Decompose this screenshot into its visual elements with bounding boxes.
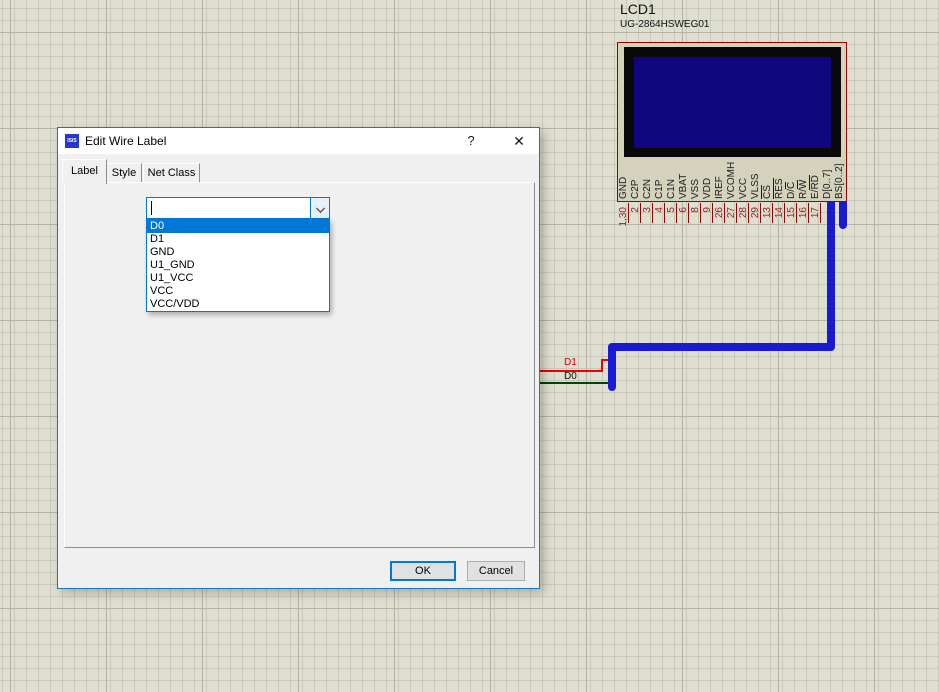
pin-stub[interactable] — [748, 203, 749, 223]
string-combobox[interactable] — [146, 197, 330, 219]
pin-stub[interactable] — [724, 203, 725, 223]
pin-stub[interactable] — [628, 203, 629, 223]
tab-net-class[interactable]: Net Class — [143, 163, 200, 183]
pin-stub[interactable] — [676, 203, 677, 223]
component-part-number[interactable]: UG-2864HSWEG01 — [620, 19, 709, 30]
dropdown-item[interactable]: VCC — [147, 285, 329, 298]
lcd-component[interactable]: GND1,30C2P2C2N3C1P4C1N5VBAT6VSS8VDD9IREF… — [617, 42, 847, 202]
pin-label: VLSS — [751, 173, 761, 199]
pin-stub[interactable] — [772, 203, 773, 223]
wire-label-d1[interactable]: D1 — [564, 357, 577, 368]
lcd-screen — [634, 57, 831, 148]
component-ref[interactable]: LCD1 — [620, 1, 656, 17]
pin-stub[interactable] — [796, 203, 797, 223]
pin-label: VCOMH — [727, 162, 737, 199]
pin-stub[interactable] — [652, 203, 653, 223]
pin-stub[interactable] — [736, 203, 737, 223]
cancel-button[interactable]: Cancel — [467, 561, 525, 581]
pin-label: D/C — [787, 182, 797, 199]
pin-stub[interactable] — [820, 203, 821, 223]
dropdown-item[interactable]: U1_GND — [147, 259, 329, 272]
dropdown-item[interactable]: D1 — [147, 233, 329, 246]
dropdown-item[interactable]: GND — [147, 246, 329, 259]
pin-label: IREF — [715, 176, 725, 199]
dialog-title: Edit Wire Label — [85, 134, 166, 148]
pin-label: VCC — [739, 178, 749, 199]
pin-label: RES — [775, 178, 785, 199]
pin-label: D[0..7] — [823, 170, 833, 199]
pin-label: E/RD — [811, 175, 821, 199]
pin-label: VDD — [703, 178, 713, 199]
pin-label: CS — [763, 185, 773, 199]
string-dropdown-list: D0D1GNDU1_GNDU1_VCCVCCVCC/VDD — [146, 219, 330, 312]
pin-stub[interactable] — [808, 203, 809, 223]
pin-stub[interactable] — [640, 203, 641, 223]
close-button[interactable]: ✕ — [508, 131, 530, 151]
dropdown-item[interactable]: D0 — [147, 220, 329, 233]
pin-label: BS[0..2] — [835, 163, 845, 199]
bus-wire-d[interactable] — [612, 199, 831, 387]
isis-app-icon: ISIS — [65, 134, 79, 148]
help-button[interactable]: ? — [460, 131, 482, 151]
ok-button[interactable]: OK — [390, 561, 456, 581]
pin-label: VSS — [691, 179, 701, 199]
text-caret — [151, 201, 152, 215]
dropdown-item[interactable]: U1_VCC — [147, 272, 329, 285]
combobox-dropdown-button[interactable] — [310, 198, 329, 218]
pin-label: C2P — [631, 180, 641, 199]
pin-label: GND — [619, 177, 629, 199]
chevron-down-icon — [316, 204, 325, 213]
pin-stub[interactable] — [760, 203, 761, 223]
pin-label: R/W — [799, 180, 809, 199]
pin-label: C2N — [643, 179, 653, 199]
dialog-titlebar[interactable]: ISIS Edit Wire Label ? ✕ — [58, 128, 539, 154]
pin-stub[interactable] — [700, 203, 701, 223]
pin-label: C1P — [655, 180, 665, 199]
pin-label: VBAT — [679, 174, 689, 199]
tab-style[interactable]: Style — [106, 163, 142, 183]
dropdown-item[interactable]: VCC/VDD — [147, 298, 329, 311]
lcd-screen-frame — [624, 47, 841, 157]
tab-label[interactable]: Label — [62, 159, 107, 184]
edit-wire-label-dialog: ISIS Edit Wire Label ? ✕ Label Style Net… — [57, 127, 540, 589]
schematic-canvas[interactable]: D1 D0 LCD1 UG-2864HSWEG01 GND1,30C2P2C2N… — [0, 0, 939, 692]
pin-label: C1N — [667, 179, 677, 199]
pin-stub[interactable] — [688, 203, 689, 223]
pin-stub[interactable] — [664, 203, 665, 223]
pin-stub[interactable] — [784, 203, 785, 223]
pin-stub[interactable] — [712, 203, 713, 223]
wire-label-d0[interactable]: D0 — [564, 371, 577, 382]
